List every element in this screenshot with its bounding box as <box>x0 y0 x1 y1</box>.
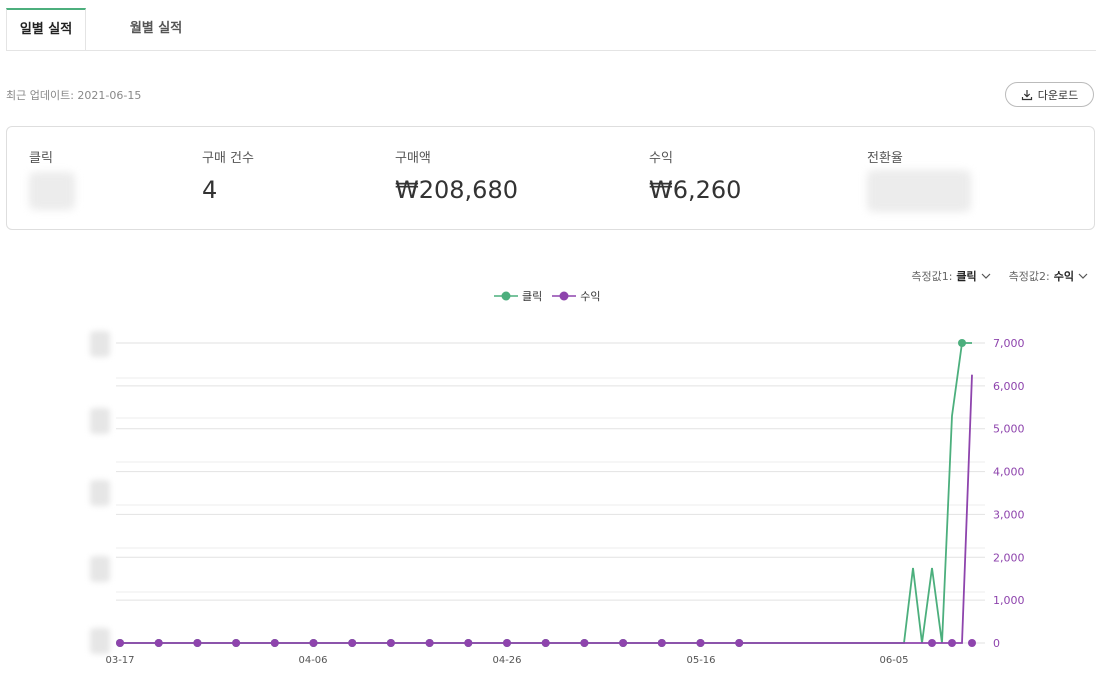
stat-amount-value: ₩208,680 <box>395 176 518 204</box>
left-axis-blurred <box>90 480 110 506</box>
last-update-text: 최근 업데이트: 2021-06-15 <box>6 89 142 102</box>
performance-chart: 0 1,000 2,000 3,000 4,000 5,000 6,000 7,000 03-1… <box>90 331 1025 666</box>
stats-panel: 클릭 구매 건수 4 구매액 ₩208,680 수익 ₩6,260 전환율 <box>6 126 1095 230</box>
data-point-revenue <box>270 639 279 647</box>
left-axis-blurred <box>90 628 110 654</box>
series-line-click <box>120 342 972 644</box>
data-point-revenue <box>696 639 705 647</box>
chevron-down-icon <box>981 273 991 279</box>
x-tick-label: 05-16 <box>686 655 715 666</box>
stat-amount-label: 구매액 <box>395 151 431 166</box>
data-point-revenue <box>735 639 744 647</box>
data-point-revenue <box>425 639 434 647</box>
data-point-revenue <box>541 639 550 647</box>
chart-legend: 클릭 수익 <box>494 288 601 304</box>
measure1-value: 클릭 <box>956 270 977 283</box>
data-point-click <box>958 339 966 347</box>
stat-click-value-blurred <box>29 172 75 210</box>
stat-amount: 구매액 ₩208,680 <box>395 147 518 204</box>
measure2-value: 수익 <box>1053 270 1074 283</box>
stat-revenue: 수익 ₩6,260 <box>649 147 741 204</box>
y-tick-label: 3,000 <box>993 508 1025 521</box>
stat-revenue-label: 수익 <box>649 151 673 166</box>
data-point-revenue <box>503 639 511 647</box>
stat-conversion: 전환율 <box>867 147 971 212</box>
y-tick-label: 6,000 <box>993 380 1025 393</box>
data-point-revenue <box>928 639 936 647</box>
data-point-revenue <box>619 639 628 647</box>
stat-purchases-label: 구매 건수 <box>202 151 254 166</box>
data-point-revenue <box>309 639 318 647</box>
left-axis-blurred <box>90 331 110 357</box>
stat-purchases-value: 4 <box>202 176 218 204</box>
data-point-revenue <box>154 639 163 647</box>
y-tick-label: 4,000 <box>993 466 1025 479</box>
x-tick-label: 03-17 <box>105 655 134 666</box>
x-tick-label: 06-05 <box>879 655 908 666</box>
y-tick-label: 7,000 <box>993 337 1025 350</box>
y-tick-label: 5,000 <box>993 423 1025 436</box>
stat-purchases: 구매 건수 4 <box>202 147 254 204</box>
data-point-revenue <box>657 639 666 647</box>
data-point-revenue <box>968 639 976 647</box>
legend-revenue-swatch <box>552 291 577 301</box>
y-tick-label: 1,000 <box>993 594 1025 607</box>
tab-daily[interactable]: 일별 실적 <box>6 8 86 50</box>
measure1-select[interactable]: 측정값1: 클릭 <box>911 268 991 284</box>
stat-click-label: 클릭 <box>29 151 53 166</box>
legend-click[interactable]: 클릭 <box>494 288 542 304</box>
left-axis-blurred <box>90 408 110 434</box>
stat-conversion-value-blurred <box>867 170 971 212</box>
data-point-revenue <box>116 639 124 647</box>
y-tick-label: 2,000 <box>993 551 1025 564</box>
x-tick-label: 04-06 <box>298 655 327 666</box>
legend-revenue-label: 수익 <box>580 290 601 303</box>
chevron-down-icon <box>1078 273 1088 279</box>
y-tick-label: 0 <box>993 637 1000 650</box>
legend-click-swatch <box>494 291 518 301</box>
tab-bar: 일별 실적 월별 실적 <box>6 8 1096 51</box>
tab-monthly[interactable]: 월별 실적 <box>116 8 196 50</box>
download-label: 다운로드 <box>1037 88 1079 102</box>
stat-click: 클릭 <box>29 147 75 210</box>
data-point-revenue <box>948 639 956 647</box>
stat-revenue-value: ₩6,260 <box>649 176 742 204</box>
download-button[interactable]: 다운로드 <box>1005 82 1094 107</box>
x-tick-label: 04-26 <box>492 655 521 666</box>
data-point-revenue <box>386 639 395 647</box>
series-line-revenue <box>120 374 973 644</box>
download-icon <box>1021 89 1032 100</box>
measure2-label: 측정값2: <box>1008 270 1050 283</box>
legend-revenue[interactable]: 수익 <box>552 288 601 304</box>
measure2-select[interactable]: 측정값2: 수익 <box>1009 268 1088 284</box>
measure1-label: 측정값1: <box>911 270 953 283</box>
stat-conversion-label: 전환율 <box>867 151 903 166</box>
data-point-revenue <box>580 639 589 647</box>
measure-selectors: 측정값1: 클릭 측정값2: 수익 <box>911 268 1088 284</box>
legend-click-label: 클릭 <box>522 290 543 303</box>
data-point-revenue <box>464 639 473 647</box>
data-point-revenue <box>193 639 202 647</box>
data-point-revenue <box>232 639 241 647</box>
data-point-revenue <box>348 639 357 647</box>
left-axis-blurred <box>90 556 110 582</box>
